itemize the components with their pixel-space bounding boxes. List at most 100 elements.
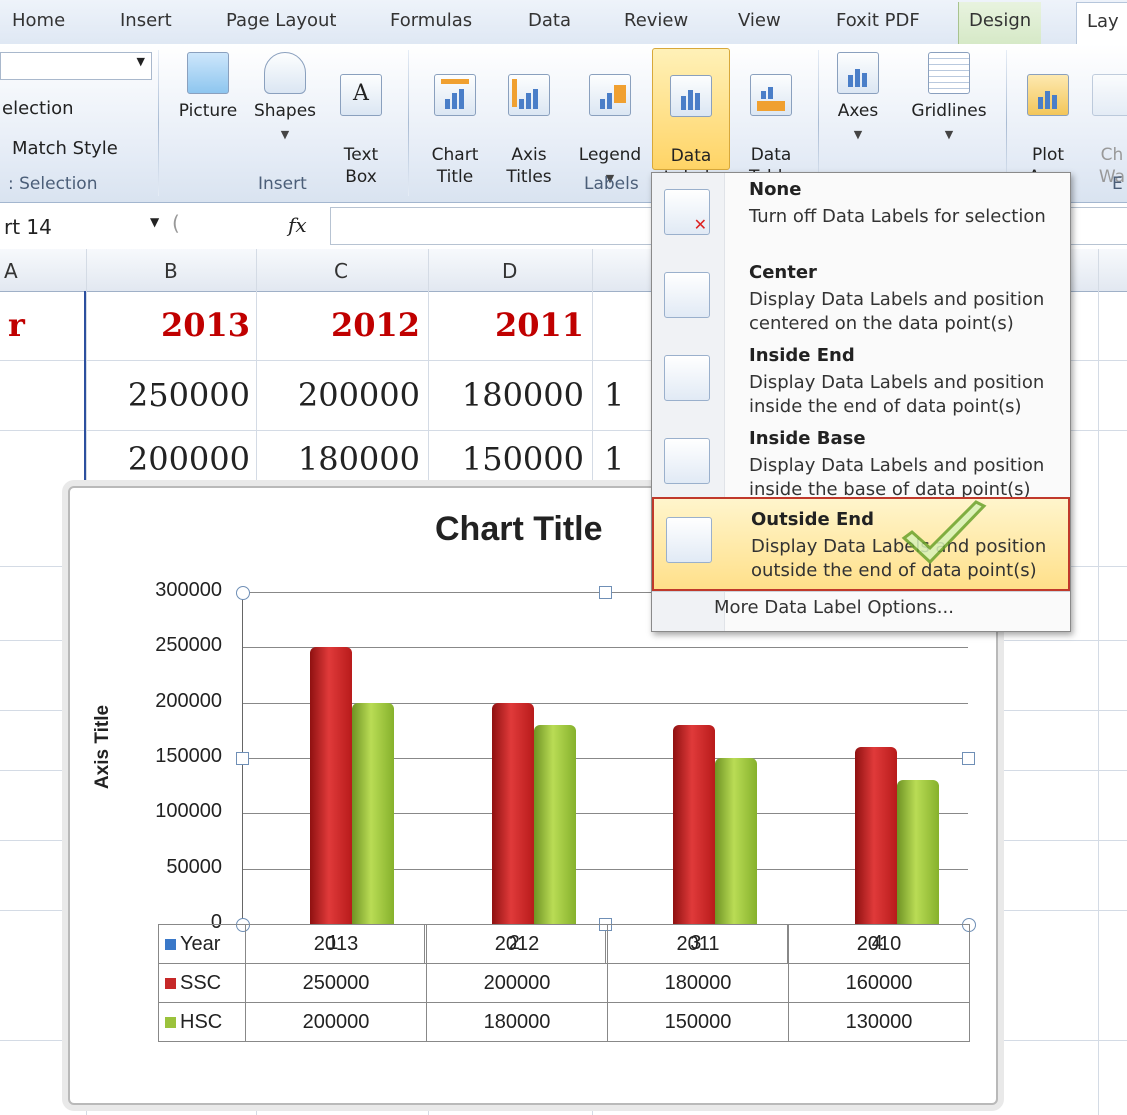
reset-match-style-button[interactable]: Match Style: [12, 138, 118, 159]
data-labels-menu: ✕ None Turn off Data Labels for selectio…: [651, 172, 1071, 632]
ssc-bar[interactable]: [854, 746, 897, 924]
resize-handle[interactable]: [236, 752, 249, 765]
table-cell: 2011: [607, 924, 789, 964]
chevron-down-icon[interactable]: ▼: [150, 215, 159, 229]
tab-page-layout[interactable]: Page Layout: [226, 10, 337, 31]
resize-handle[interactable]: [236, 586, 250, 600]
resize-handle[interactable]: [962, 752, 975, 765]
plot-area-icon: [1027, 74, 1069, 116]
cell-d3[interactable]: 150000: [454, 440, 584, 478]
text-box-button[interactable]: A Text Box: [330, 52, 392, 188]
menu-item-inside-end[interactable]: Inside End Display Data Labels and posit…: [652, 341, 1070, 423]
cell-c2[interactable]: 200000: [290, 376, 420, 414]
axes-button[interactable]: Axes ▼: [826, 52, 890, 146]
data-table-button[interactable]: Data Table: [736, 52, 806, 188]
menu-item-inside-base[interactable]: Inside Base Display Data Labels and posi…: [652, 424, 1070, 506]
cell-b2[interactable]: 250000: [120, 376, 250, 414]
axis-titles-button[interactable]: Axis Titles: [496, 52, 562, 188]
data-labels-outside-end-icon: [666, 517, 712, 563]
gridlines-label: Gridlines: [911, 101, 987, 121]
row-name: SSC: [180, 971, 222, 994]
menu-item-title: Center: [749, 262, 817, 283]
cell-b3[interactable]: 200000: [120, 440, 250, 478]
column-header-b[interactable]: B: [164, 259, 178, 283]
table-cell: 160000: [788, 963, 970, 1003]
data-labels-button[interactable]: Data Labels: [652, 48, 730, 188]
data-table-icon: [750, 74, 792, 116]
tab-insert[interactable]: Insert: [120, 10, 172, 31]
cell-d1[interactable]: 2011: [484, 306, 584, 344]
picture-button[interactable]: Picture: [172, 52, 244, 122]
table-cell: 2013: [245, 924, 427, 964]
chart-data-table[interactable]: Year 2013 2012 2011 2010 SSC 250000 2000…: [158, 924, 970, 1042]
year-legend-key-icon: [165, 938, 176, 950]
tab-layout[interactable]: Lay: [1076, 2, 1127, 45]
grid-line: [1098, 249, 1099, 1115]
cell-a1[interactable]: r: [8, 306, 25, 344]
chevron-down-icon: ▼: [136, 55, 145, 68]
cell-b1[interactable]: 2013: [150, 306, 250, 344]
cell-e3[interactable]: 1: [604, 440, 624, 478]
table-row-label: HSC: [158, 1002, 246, 1042]
cell-e2[interactable]: 1: [604, 376, 624, 414]
axis-titles-icon: [508, 74, 550, 116]
data-labels-icon: [670, 75, 712, 117]
hsc-bar[interactable]: [533, 724, 576, 924]
tab-view[interactable]: View: [738, 10, 781, 31]
legend-label: Legend: [578, 145, 642, 165]
menu-item-outside-end[interactable]: Outside End Display Data Labels and posi…: [652, 497, 1070, 591]
gridlines-button[interactable]: Gridlines ▼: [902, 52, 996, 146]
tab-formulas[interactable]: Formulas: [390, 10, 472, 31]
tab-data[interactable]: Data: [528, 10, 571, 31]
menu-item-description: Display Data Labels and position centere…: [749, 289, 1045, 334]
cell-d2[interactable]: 180000: [454, 376, 584, 414]
ssc-bar[interactable]: [310, 647, 352, 924]
format-selection-button[interactable]: election: [2, 98, 74, 119]
menu-item-center[interactable]: Center Display Data Labels and position …: [652, 258, 1070, 340]
chart-wall-button[interactable]: Ch Wa: [1092, 52, 1127, 188]
table-row-label: Year: [158, 924, 246, 964]
chevron-down-icon: ▼: [944, 128, 954, 141]
hsc-bar[interactable]: [715, 758, 757, 924]
function-icon[interactable]: fx: [288, 213, 307, 237]
menu-item-none[interactable]: ✕ None Turn off Data Labels for selectio…: [652, 175, 1070, 257]
ssc-bar[interactable]: [673, 724, 715, 924]
legend-button[interactable]: Legend ▼: [574, 52, 646, 190]
cell-c3[interactable]: 180000: [290, 440, 420, 478]
tab-review[interactable]: Review: [624, 10, 688, 31]
tab-home[interactable]: Home: [12, 10, 65, 31]
hsc-bar[interactable]: [352, 702, 394, 924]
menu-item-title: None: [749, 179, 802, 200]
hsc-bar[interactable]: [896, 780, 939, 924]
checkmark-icon: [901, 500, 987, 565]
column-header-a[interactable]: A: [4, 259, 18, 283]
cell-c1[interactable]: 2012: [320, 306, 420, 344]
table-cell: 200000: [426, 963, 608, 1003]
plot-area-button[interactable]: Plot Area: [1014, 52, 1082, 188]
cancel-icon[interactable]: (: [172, 211, 180, 235]
menu-item-description: Display Data Labels and position inside …: [749, 372, 1045, 417]
text-box-label: Text Box: [343, 145, 379, 187]
data-labels-center-icon: [664, 272, 710, 318]
tab-foxit-pdf[interactable]: Foxit PDF: [836, 10, 920, 31]
shapes-icon: [264, 52, 306, 94]
ssc-bar[interactable]: [491, 702, 534, 924]
more-data-label-options[interactable]: More Data Label Options...: [714, 597, 954, 618]
chart-title-label: Chart Title: [431, 145, 479, 187]
table-row-label: SSC: [158, 963, 246, 1003]
table-cell: 130000: [788, 1002, 970, 1042]
text-box-icon: A: [340, 74, 382, 116]
menu-separator: [652, 591, 1070, 592]
name-box[interactable]: rt 14: [0, 209, 150, 243]
group-separator: [158, 50, 159, 196]
group-label-background: E: [1112, 174, 1123, 194]
chart-title-button[interactable]: Chart Title: [420, 52, 490, 188]
shapes-button[interactable]: Shapes ▼: [248, 52, 322, 146]
resize-handle[interactable]: [599, 586, 612, 599]
tab-design[interactable]: Design: [958, 2, 1042, 44]
chart-elements-dropdown[interactable]: ▼: [0, 52, 152, 80]
column-header-d[interactable]: D: [502, 259, 517, 283]
group-label-insert: Insert: [258, 174, 307, 194]
column-header-c[interactable]: C: [334, 259, 348, 283]
table-row: SSC 250000 200000 180000 160000: [158, 963, 970, 1003]
